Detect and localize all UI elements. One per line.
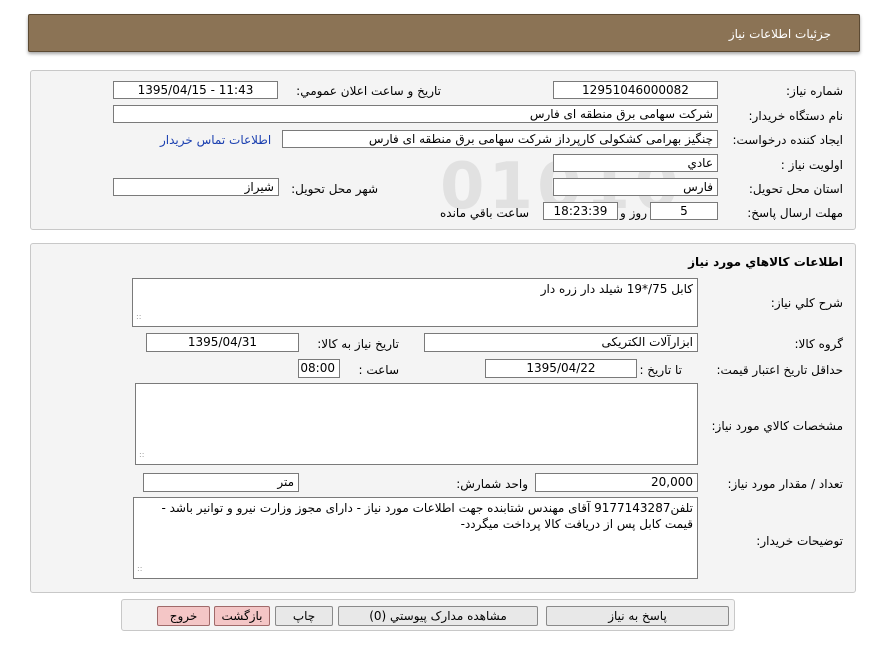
group-label: گروه کالا: — [794, 337, 844, 351]
validity-label: حداقل تاريخ اعتبار قيمت: — [716, 363, 843, 377]
desc-textarea[interactable]: کابل 75/*19 شیلد دار زره دار :: — [132, 278, 698, 327]
resize-grip[interactable]: :: — [139, 447, 144, 463]
buyer-field[interactable]: شرکت سهامی برق منطقه ای فارس — [113, 105, 718, 123]
back-button[interactable]: بازگشت — [214, 606, 270, 626]
reply-button[interactable]: پاسخ به نياز — [546, 606, 729, 626]
desc-text: کابل 75/*19 شیلد دار زره دار — [540, 282, 693, 296]
need-date-field[interactable]: 1395/04/31 — [146, 333, 299, 352]
desc-label: شرح کلي نياز: — [770, 296, 843, 310]
resize-grip[interactable]: :: — [136, 309, 141, 325]
deadline-label: مهلت ارسال پاسخ: — [747, 206, 843, 220]
city-label: شهر محل تحويل: — [291, 182, 378, 196]
specs-textarea[interactable]: :: — [135, 383, 698, 465]
until-label: تا تاريخ : — [639, 363, 682, 377]
city-field[interactable]: شيراز — [113, 178, 279, 196]
page-title-bar: جزئيات اطلاعات نياز — [28, 14, 860, 52]
province-label: استان محل تحويل: — [748, 182, 843, 196]
remaining-label: ساعت باقي مانده — [440, 206, 530, 220]
unit-label: واحد شمارش: — [456, 477, 528, 491]
priority-label: اولويت نياز : — [780, 158, 843, 172]
resize-grip[interactable]: :: — [137, 561, 142, 577]
province-field[interactable]: فارس — [553, 178, 718, 196]
announce-date-label: تاريخ و ساعت اعلان عمومي: — [296, 84, 441, 98]
creator-label: ايجاد کننده درخواست: — [732, 133, 843, 147]
deadline-time-field[interactable]: 18:23:39 — [543, 202, 618, 220]
need-number-field[interactable]: 12951046000082 — [553, 81, 718, 99]
buyer-label: نام دستگاه خريدار: — [748, 109, 844, 123]
specs-label: مشخصات کالاي مورد نياز: — [711, 419, 843, 433]
creator-field[interactable]: چنگیز بهرامی کشکولی کارپرداز شرکت سهامی … — [282, 130, 718, 148]
validity-hour-label: ساعت : — [358, 363, 399, 377]
group-field[interactable]: ابزارآلات الکتریکی — [424, 333, 698, 352]
need-number-label: شماره نياز: — [786, 84, 843, 98]
need-date-label: تاريخ نياز به کالا: — [317, 337, 399, 351]
validity-date-field[interactable]: 1395/04/22 — [485, 359, 637, 378]
notes-label: توضيحات خريدار: — [756, 534, 843, 548]
qty-field[interactable]: 20,000 — [535, 473, 698, 492]
page-title: جزئيات اطلاعات نياز — [728, 27, 831, 41]
attachments-button[interactable]: مشاهده مدارک پيوستي (0) — [338, 606, 538, 626]
announce-date-field[interactable]: 1395/04/15 - 11:43 — [113, 81, 278, 99]
days-unit-label: روز و — [620, 206, 647, 220]
goods-section-title: اطلاعات کالاهاي مورد نياز — [688, 255, 843, 269]
notes-textarea[interactable]: تلفن9177143287 آقای مهندس شتابنده جهت اط… — [133, 497, 698, 579]
buyer-contact-link[interactable]: اطلاعات تماس خريدار — [160, 133, 271, 147]
notes-text: تلفن9177143287 آقای مهندس شتابنده جهت اط… — [161, 501, 693, 531]
priority-field[interactable]: عادي — [553, 154, 718, 172]
print-button[interactable]: چاپ — [275, 606, 333, 626]
qty-label: تعداد / مقدار مورد نياز: — [727, 477, 843, 491]
deadline-days-field[interactable]: 5 — [650, 202, 718, 220]
validity-time-field[interactable]: 08:00 — [298, 359, 340, 378]
exit-button[interactable]: خروج — [157, 606, 210, 626]
unit-field[interactable]: متر — [143, 473, 299, 492]
